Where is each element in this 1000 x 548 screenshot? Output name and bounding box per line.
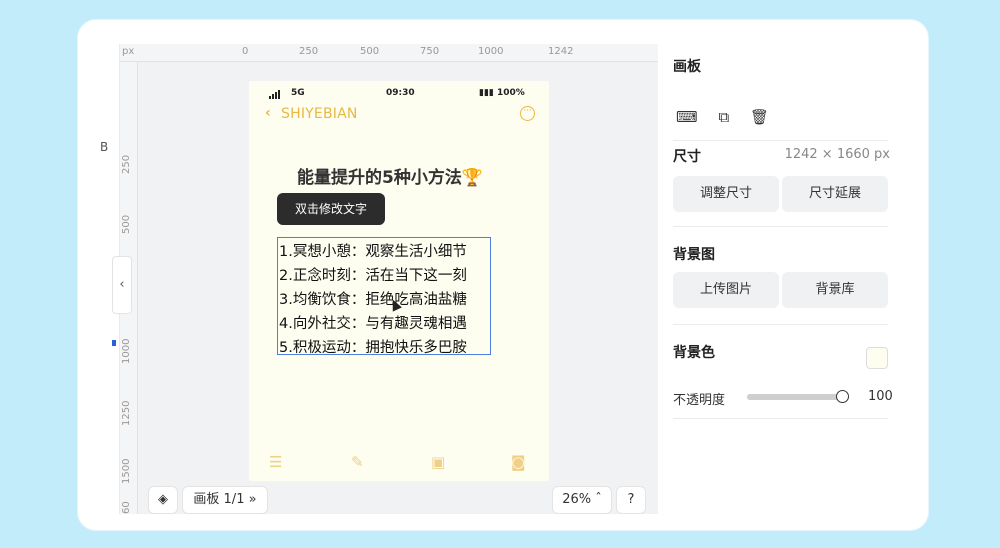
chevron-up-icon: ˆ xyxy=(595,492,602,507)
list-item: 5.积极运动：拥抱快乐多巴胺 xyxy=(279,340,467,356)
properties-panel: 画板 ⌨ ⧉ 🗑 尺寸 1242 × 1660 px 调整尺寸 尺寸延展 背景图… xyxy=(658,44,900,514)
divider xyxy=(673,324,888,325)
sidebar-letter: B xyxy=(100,140,109,154)
phone-status-bar: 5G 09:30 ▮▮▮ 100% xyxy=(249,87,549,101)
ruler-tick: 250 xyxy=(299,46,319,57)
divider xyxy=(673,140,888,141)
ruler-tick: 1000 xyxy=(121,338,132,364)
battery-icon: ▮▮▮ 100% xyxy=(479,88,525,98)
headline-text[interactable]: 能量提升的5种小方法🏆 xyxy=(297,163,527,188)
chevron-left-icon: ‹ xyxy=(119,277,125,292)
selected-text-box[interactable]: 1.冥想小憩：观察生活小细节 2.正念时刻：活在当下这一刻 3.均衡饮食：拒绝吃… xyxy=(277,237,491,356)
list-item: 2.正念时刻：活在当下这一刻 xyxy=(279,268,467,284)
layers-button[interactable]: ◈ xyxy=(148,486,178,514)
upload-image-button[interactable]: 上传图片 xyxy=(673,272,779,308)
ruler-tick: 0 xyxy=(242,46,249,57)
ruler-tick: 500 xyxy=(360,46,380,57)
network-label: 5G xyxy=(291,88,305,98)
editor-window: B px 0 250 500 750 1000 1242 250 500 100… xyxy=(84,26,922,524)
ruler-tick: 1000 xyxy=(478,46,504,57)
trash-icon[interactable]: 🗑 xyxy=(750,108,769,126)
ruler-tick: 60 xyxy=(121,501,132,514)
list-icon: ☰ xyxy=(269,453,283,471)
layers-icon: ◈ xyxy=(158,492,168,507)
back-icon[interactable]: ‹ xyxy=(265,105,271,121)
ruler-tick: 500 xyxy=(121,214,132,234)
camera-icon: ◙ xyxy=(511,453,526,471)
phone-bottom-toolbar: ☰ ✎ ▣ ◙ xyxy=(249,453,549,473)
bg-color-swatch[interactable] xyxy=(866,347,888,369)
list-item: 4.向外社交：与有趣灵魂相遇 xyxy=(279,316,467,332)
artboard-switch-button[interactable]: 画板 1/1 » xyxy=(182,486,268,514)
opacity-label: 不透明度 xyxy=(673,393,726,408)
opacity-slider-fill xyxy=(747,394,843,400)
battery-label: 100% xyxy=(497,88,525,98)
size-section-title: 尺寸 xyxy=(673,149,701,165)
list-item: 1.冥想小憩：观察生活小细节 xyxy=(279,244,467,260)
signal-icon xyxy=(269,89,281,99)
zoom-value: 26% xyxy=(562,492,592,507)
zoom-control[interactable]: 26% ˆ xyxy=(552,486,612,514)
resize-button[interactable]: 调整尺寸 xyxy=(673,176,779,212)
edit-text-tooltip: 双击修改文字 xyxy=(277,193,385,225)
ruler-unit: px xyxy=(122,46,135,57)
phone-nav-bar: ‹ SHIYEBIAN ··· xyxy=(265,105,535,125)
artboard-phone[interactable]: 5G 09:30 ▮▮▮ 100% ‹ SHIYEBIAN ··· 能量提升的5… xyxy=(249,81,549,481)
bg-color-section-title: 背景色 xyxy=(673,345,715,361)
artboard-section-title: 画板 xyxy=(673,59,701,75)
extend-size-button[interactable]: 尺寸延展 xyxy=(782,176,888,212)
ruler-tick: 1242 xyxy=(548,46,574,57)
list-item: 3.均衡饮食：拒绝吃高油盐糖 xyxy=(279,292,467,308)
ruler-top: px 0 250 500 750 1000 1242 xyxy=(120,44,658,62)
artboard-label: 画板 1/1 xyxy=(193,492,245,507)
ruler-tick: 1250 xyxy=(121,400,132,426)
status-time: 09:30 xyxy=(386,88,415,98)
canvas-area[interactable]: px 0 250 500 750 1000 1242 250 500 1000 … xyxy=(120,44,658,514)
opacity-value: 100 xyxy=(868,389,893,404)
ruler-tick: 750 xyxy=(420,46,440,57)
ruler-tick: 1500 xyxy=(121,458,132,484)
opacity-slider[interactable] xyxy=(747,390,849,403)
opacity-slider-handle[interactable] xyxy=(836,390,849,403)
clipboard-icon: ▣ xyxy=(431,453,446,471)
bg-image-section-title: 背景图 xyxy=(673,247,715,263)
paint-roller-icon[interactable]: ⌨ xyxy=(676,108,698,126)
divider xyxy=(673,418,888,419)
size-value: 1242 × 1660 px xyxy=(784,147,890,162)
divider xyxy=(673,226,888,227)
bg-library-button[interactable]: 背景库 xyxy=(782,272,888,308)
edit-icon: ✎ xyxy=(351,453,364,471)
duplicate-icon[interactable]: ⧉ xyxy=(718,108,729,126)
more-icon[interactable]: ··· xyxy=(520,106,535,121)
artboard-actions: ⌨ ⧉ 🗑 xyxy=(676,108,785,126)
ruler-tick: 250 xyxy=(121,154,132,174)
nav-title: SHIYEBIAN xyxy=(281,106,358,122)
help-button[interactable]: ? xyxy=(616,486,646,514)
expand-icon: » xyxy=(248,492,257,507)
collapse-sidebar-button[interactable]: ‹ xyxy=(112,256,132,314)
sidebar-marker xyxy=(112,340,116,346)
